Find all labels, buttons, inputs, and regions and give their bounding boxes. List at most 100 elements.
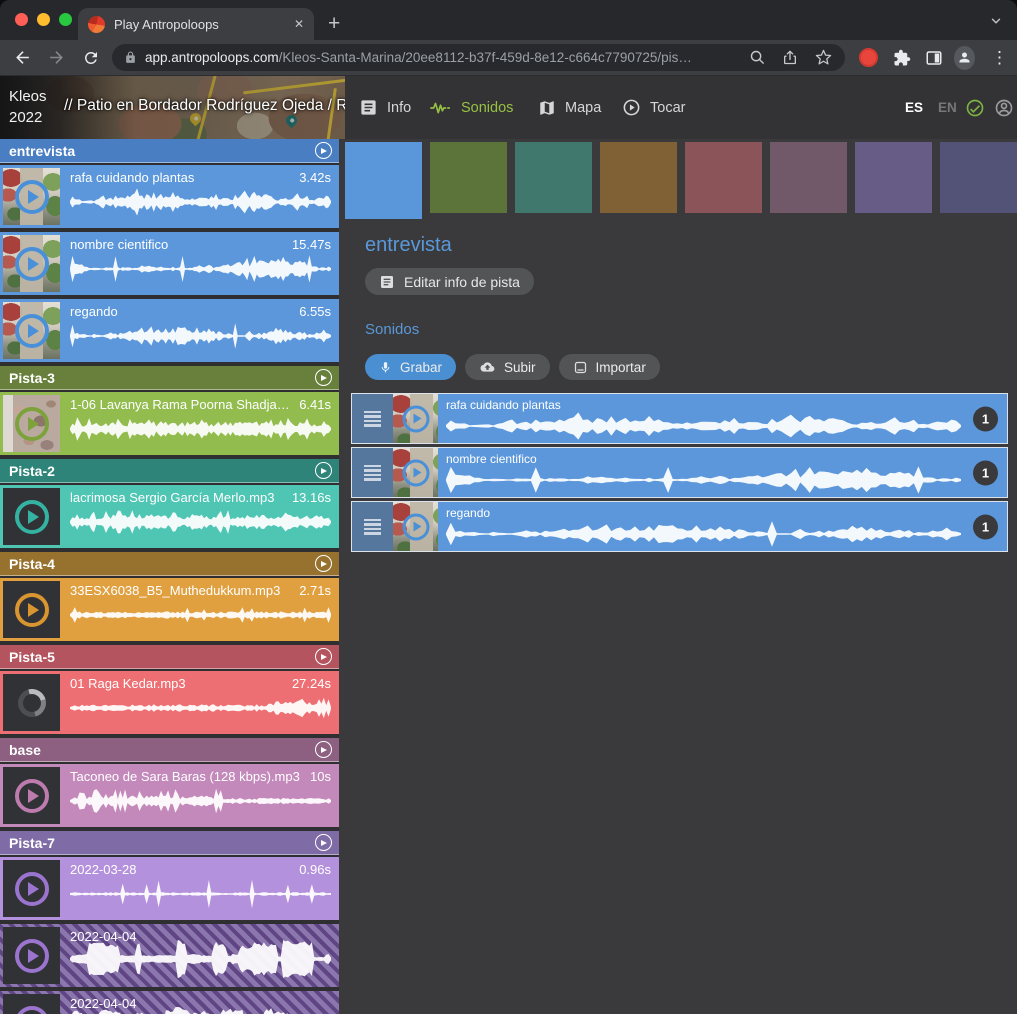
lang-es[interactable]: ES [905, 76, 923, 139]
clip-play-button[interactable] [15, 314, 49, 348]
new-tab-button[interactable]: + [328, 9, 340, 39]
traffic-light-close[interactable] [15, 13, 28, 26]
reload-button[interactable] [80, 47, 101, 68]
swatch-pista-2[interactable] [515, 142, 592, 213]
edit-track-info-button[interactable]: Editar info de pista [365, 268, 534, 295]
swatch-pista-3[interactable] [430, 142, 507, 213]
track-header-entrevista[interactable]: entrevista [0, 139, 339, 163]
sync-check-icon[interactable] [965, 76, 985, 139]
clip-play-button[interactable] [15, 500, 49, 534]
extensions-puzzle-icon[interactable] [891, 47, 912, 68]
clip-2022-04-04-b[interactable]: 2022-04-04 [0, 991, 339, 1014]
back-button[interactable] [12, 47, 33, 68]
tab-sonidos[interactable]: Sonidos [430, 76, 513, 139]
sound-play-button[interactable] [402, 459, 429, 486]
sound-row-regando[interactable]: regando 1 [351, 501, 1008, 552]
clip-raga-kedar[interactable]: 01 Raga Kedar.mp327.24s [0, 671, 339, 734]
sound-row-rafa[interactable]: rafa cuidando plantas 1 [351, 393, 1008, 444]
url-text: app.antropoloops.com/Kleos-Santa-Marina/… [145, 50, 734, 65]
drag-handle[interactable] [352, 448, 393, 497]
profile-avatar[interactable] [954, 47, 975, 68]
drag-handle[interactable] [352, 394, 393, 443]
import-button[interactable]: Importar [559, 354, 660, 380]
clip-thumbnail[interactable] [3, 994, 60, 1014]
clip-thumbnail[interactable] [3, 235, 60, 292]
share-icon[interactable] [780, 48, 800, 68]
forward-button[interactable] [46, 47, 67, 68]
side-panel-icon[interactable] [923, 47, 944, 68]
bookmark-star-icon[interactable] [813, 48, 833, 68]
sound-play-button[interactable] [402, 405, 429, 432]
clip-taconeo[interactable]: Taconeo de Sara Baras (128 kbps).mp310s [0, 764, 339, 827]
track-play-button[interactable] [315, 555, 332, 572]
sound-thumbnail[interactable] [393, 448, 438, 497]
clip-thumbnail[interactable] [3, 168, 60, 225]
tab-info[interactable]: Info [359, 76, 411, 139]
track-play-button[interactable] [315, 462, 332, 479]
clip-play-button[interactable] [15, 939, 49, 973]
clip-nombre-cientifico[interactable]: nombre cientifico15.47s [0, 232, 339, 295]
track-play-button[interactable] [315, 741, 332, 758]
track-header-pista-7[interactable]: Pista-7 [0, 831, 339, 855]
sound-play-button[interactable] [402, 513, 429, 540]
account-icon[interactable] [994, 76, 1014, 139]
drag-handle[interactable] [352, 502, 393, 551]
clip-thumbnail[interactable] [3, 581, 60, 638]
clip-play-button[interactable] [15, 407, 49, 441]
clip-2022-04-04-a[interactable]: 2022-04-04 [0, 924, 339, 987]
upload-button[interactable]: Subir [465, 354, 550, 380]
track-header-pista-2[interactable]: Pista-2 [0, 459, 339, 483]
clip-thumbnail[interactable] [3, 302, 60, 359]
record-extension-icon[interactable] [858, 47, 879, 68]
url-bar[interactable]: app.antropoloops.com/Kleos-Santa-Marina/… [112, 44, 845, 71]
track-header-base[interactable]: base [0, 738, 339, 762]
swatch-base[interactable] [770, 142, 847, 213]
swatch-pista-4[interactable] [600, 142, 677, 213]
clip-thumbnail[interactable] [3, 927, 60, 984]
lock-icon[interactable] [124, 50, 137, 65]
track-play-button[interactable] [315, 648, 332, 665]
tab-close-icon[interactable]: ✕ [294, 17, 304, 31]
track-play-button[interactable] [315, 369, 332, 386]
tab-mapa[interactable]: Mapa [538, 76, 601, 139]
clip-rafa-cuidando-plantas[interactable]: rafa cuidando plantas3.42s [0, 165, 339, 228]
sound-thumbnail[interactable] [393, 502, 438, 551]
track-play-button[interactable] [315, 142, 332, 159]
clip-lacrimosa[interactable]: lacrimosa Sergio García Merlo.mp313.16s [0, 485, 339, 548]
track-header-pista-3[interactable]: Pista-3 [0, 366, 339, 390]
clip-play-button[interactable] [15, 247, 49, 281]
sound-thumbnail[interactable] [393, 394, 438, 443]
clip-play-button[interactable] [15, 593, 49, 627]
swatch-pista-7[interactable] [855, 142, 932, 213]
sound-row-nombre[interactable]: nombre cientifico 1 [351, 447, 1008, 498]
clip-regando[interactable]: regando6.55s [0, 299, 339, 362]
browser-menu-icon[interactable]: ⋮ [989, 47, 1010, 68]
clip-thumbnail[interactable] [3, 488, 60, 545]
project-satellite-image[interactable]: Kleos 2022 // Patio en Bordador Rodrígue… [0, 76, 345, 139]
clip-thumbnail[interactable] [3, 860, 60, 917]
lang-en[interactable]: EN [938, 76, 957, 139]
swatch-entrevista[interactable] [345, 142, 422, 219]
clip-play-button[interactable] [15, 779, 49, 813]
track-play-button[interactable] [315, 834, 332, 851]
chevron-down-icon[interactable] [989, 14, 1003, 28]
swatch-pista-5[interactable] [685, 142, 762, 213]
clip-play-button[interactable] [15, 872, 49, 906]
clip-lavanya[interactable]: 1-06 Lavanya Rama Poorna Shadjam Rupak..… [0, 392, 339, 455]
browser-tab[interactable]: Play Antropoloops ✕ [78, 8, 314, 40]
clip-thumbnail[interactable] [3, 767, 60, 824]
traffic-light-minimize[interactable] [37, 13, 50, 26]
clip-thumbnail[interactable] [3, 395, 60, 452]
zoom-icon[interactable] [747, 48, 767, 68]
traffic-light-zoom[interactable] [59, 13, 72, 26]
clip-muthedukkum[interactable]: 33ESX6038_B5_Muthedukkum.mp32.71s [0, 578, 339, 641]
tab-tocar[interactable]: Tocar [622, 76, 685, 139]
clip-2022-03-28[interactable]: 2022-03-280.96s [0, 857, 339, 920]
track-header-pista-4[interactable]: Pista-4 [0, 552, 339, 576]
clip-play-button[interactable] [15, 1006, 49, 1014]
clip-play-button[interactable] [15, 180, 49, 214]
clip-thumbnail[interactable] [3, 674, 60, 731]
record-button[interactable]: Grabar [365, 354, 456, 380]
track-header-pista-5[interactable]: Pista-5 [0, 645, 339, 669]
swatch-pista-8[interactable] [940, 142, 1017, 213]
